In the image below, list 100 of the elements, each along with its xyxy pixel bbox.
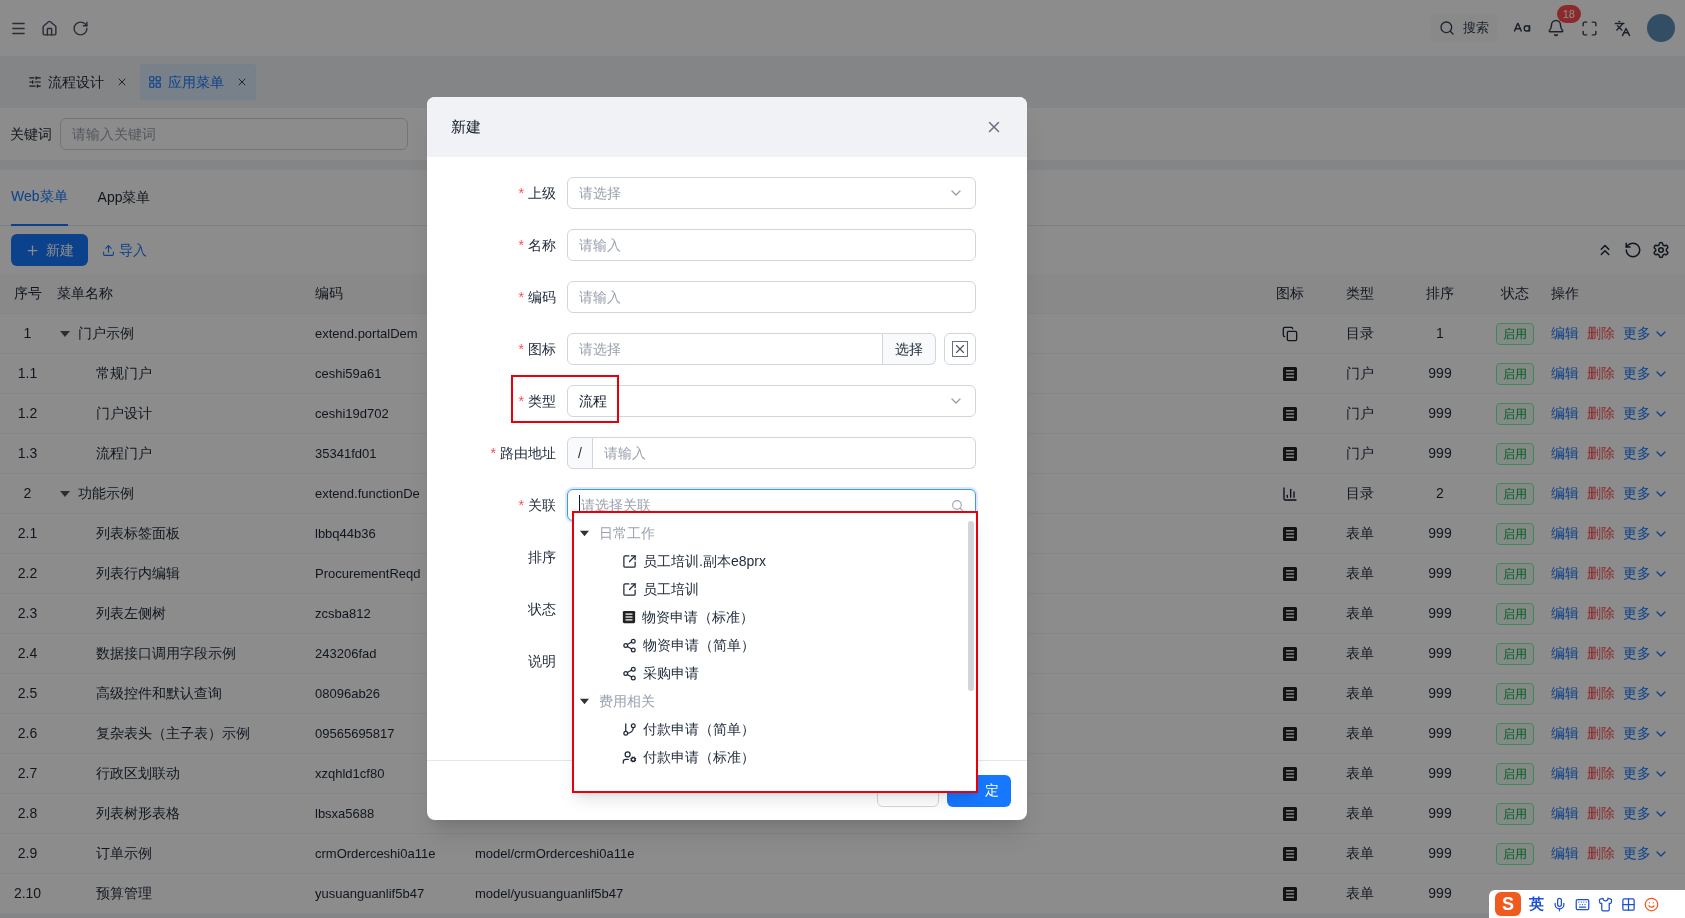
edit-link[interactable]: 编辑 <box>1551 683 1579 704</box>
fullscreen-icon[interactable] <box>1581 19 1598 37</box>
window-icon <box>1282 325 1298 342</box>
field-label: 上级 <box>528 183 556 203</box>
group-label: 费用相关 <box>599 691 655 711</box>
more-link[interactable]: 更多 <box>1623 523 1669 544</box>
more-link[interactable]: 更多 <box>1623 563 1669 584</box>
code-text: lbbq44b36 <box>315 525 376 541</box>
more-link[interactable]: 更多 <box>1623 443 1669 464</box>
delete-link[interactable]: 删除 <box>1587 643 1615 664</box>
delete-link[interactable]: 删除 <box>1587 723 1615 744</box>
keyboard-icon[interactable] <box>1575 896 1590 912</box>
dialog-title: 新建 <box>451 116 481 137</box>
delete-link[interactable]: 删除 <box>1587 683 1615 704</box>
more-link[interactable]: 更多 <box>1623 763 1669 784</box>
type-text: 目录 <box>1346 324 1374 343</box>
select-field[interactable]: 流程 <box>567 385 976 417</box>
edit-link[interactable]: 编辑 <box>1551 723 1579 744</box>
menu-name: 订单示例 <box>96 844 152 863</box>
menu-name: 流程门户 <box>96 444 152 463</box>
status-tag: 启用 <box>1496 322 1534 345</box>
delete-link[interactable]: 删除 <box>1587 403 1615 424</box>
edit-link[interactable]: 编辑 <box>1551 603 1579 624</box>
shirt-icon[interactable] <box>1598 896 1613 912</box>
row-number: 2.10 <box>13 884 42 903</box>
edit-link[interactable]: 编辑 <box>1551 843 1579 864</box>
page-tab[interactable]: 应用菜单 <box>140 64 256 100</box>
row-number: 2.7 <box>17 764 38 783</box>
type-text: 表单 <box>1346 524 1374 543</box>
edit-link[interactable]: 编辑 <box>1551 763 1579 784</box>
type-text: 表单 <box>1346 684 1374 703</box>
more-link[interactable]: 更多 <box>1623 323 1669 344</box>
menu-tab[interactable]: App菜单 <box>97 169 151 226</box>
row-number: 2.4 <box>17 644 38 663</box>
more-link[interactable]: 更多 <box>1623 843 1669 864</box>
refresh-icon[interactable] <box>1624 241 1642 259</box>
field-label: 图标 <box>528 339 556 359</box>
delete-link[interactable]: 删除 <box>1587 843 1615 864</box>
more-link[interactable]: 更多 <box>1623 803 1669 824</box>
mascot-icon[interactable] <box>1644 896 1659 912</box>
page-tab[interactable]: 流程设计 <box>20 64 136 100</box>
delete-link[interactable]: 删除 <box>1587 523 1615 544</box>
more-link[interactable]: 更多 <box>1623 603 1669 624</box>
more-link[interactable]: 更多 <box>1623 643 1669 664</box>
more-link[interactable]: 更多 <box>1623 723 1669 744</box>
more-link[interactable]: 更多 <box>1623 683 1669 704</box>
edit-link[interactable]: 编辑 <box>1551 323 1579 344</box>
input-field[interactable]: 请输入 <box>593 437 976 469</box>
grid-icon[interactable] <box>1621 896 1636 912</box>
import-link[interactable]: 导入 <box>102 239 147 261</box>
close-icon[interactable] <box>116 76 128 88</box>
delete-link[interactable]: 删除 <box>1587 803 1615 824</box>
bell-icon[interactable] <box>1547 19 1565 37</box>
edit-link[interactable]: 编辑 <box>1551 443 1579 464</box>
edit-link[interactable]: 编辑 <box>1551 523 1579 544</box>
ime-mode[interactable]: 英 <box>1529 892 1544 916</box>
field-label: 名称 <box>528 235 556 255</box>
delete-link[interactable]: 删除 <box>1587 563 1615 584</box>
microphone-icon[interactable] <box>1552 896 1567 912</box>
type-text: 表单 <box>1346 564 1374 583</box>
delete-link[interactable]: 删除 <box>1587 363 1615 384</box>
delete-link[interactable]: 删除 <box>1587 323 1615 344</box>
edit-link[interactable]: 编辑 <box>1551 363 1579 384</box>
input-field[interactable]: 请选择 <box>567 333 883 365</box>
edit-link[interactable]: 编辑 <box>1551 643 1579 664</box>
more-link[interactable]: 更多 <box>1623 483 1669 504</box>
settings-icon[interactable] <box>1652 241 1670 259</box>
delete-link[interactable]: 删除 <box>1587 603 1615 624</box>
list-icon <box>1282 645 1298 662</box>
new-button[interactable]: 新建 <box>11 234 88 266</box>
field-label: 编码 <box>528 287 556 307</box>
input-field[interactable]: 请输入 <box>567 281 976 313</box>
close-icon[interactable] <box>236 76 248 88</box>
choose-button[interactable]: 选择 <box>883 333 936 365</box>
menu-name: 门户设计 <box>96 404 152 423</box>
delete-link[interactable]: 删除 <box>1587 443 1615 464</box>
chart-icon <box>1282 485 1298 502</box>
edit-link[interactable]: 编辑 <box>1551 803 1579 824</box>
type-text: 门户 <box>1346 444 1374 463</box>
clear-button[interactable] <box>944 333 976 365</box>
avatar[interactable] <box>1647 14 1675 42</box>
delete-link[interactable]: 删除 <box>1587 483 1615 504</box>
type-text: 表单 <box>1346 884 1374 903</box>
ime-logo[interactable]: S <box>1495 892 1521 916</box>
refresh-icon[interactable] <box>72 19 89 37</box>
edit-link[interactable]: 编辑 <box>1551 483 1579 504</box>
type-text: 表单 <box>1346 764 1374 783</box>
more-link[interactable]: 更多 <box>1623 403 1669 424</box>
type-text: 门户 <box>1346 404 1374 423</box>
delete-link[interactable]: 删除 <box>1587 763 1615 784</box>
select-field[interactable]: 请选择 <box>567 177 976 209</box>
menu-tab[interactable]: Web菜单 <box>11 169 68 226</box>
edit-link[interactable]: 编辑 <box>1551 403 1579 424</box>
menu-name: 行政区划联动 <box>96 764 180 783</box>
edit-link[interactable]: 编辑 <box>1551 563 1579 584</box>
input-field[interactable]: 请输入 <box>567 229 976 261</box>
language-icon[interactable] <box>1614 19 1631 37</box>
home-icon[interactable] <box>41 19 58 37</box>
status-tag: 启用 <box>1496 562 1534 585</box>
more-link[interactable]: 更多 <box>1623 363 1669 384</box>
